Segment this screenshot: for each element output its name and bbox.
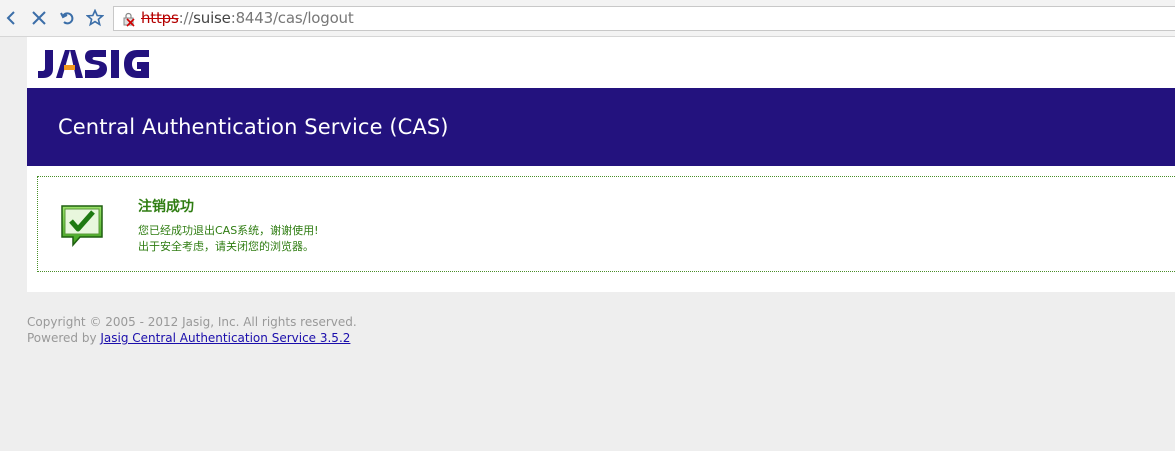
url-path: /cas/logout	[272, 9, 354, 27]
url-port: :8443	[230, 9, 273, 27]
cas-card: Central Authentication Service (CAS) 注销成…	[27, 37, 1175, 292]
reload-button[interactable]	[57, 8, 77, 28]
stop-icon	[32, 11, 46, 25]
powered-by-prefix: Powered by	[27, 331, 101, 345]
browser-toolbar: https://suise:8443/cas/logout	[0, 0, 1175, 37]
success-title: 注销成功	[138, 199, 194, 215]
bookmark-button[interactable]	[85, 8, 105, 28]
stop-button[interactable]	[29, 8, 49, 28]
success-check-icon	[61, 205, 103, 247]
success-line-2: 出于安全考虑，请关闭您的浏览器。	[138, 240, 314, 253]
back-button[interactable]	[1, 8, 21, 28]
success-line-1: 您已经成功退出CAS系统，谢谢使用!	[138, 224, 319, 237]
back-icon	[6, 11, 15, 25]
header-banner: Central Authentication Service (CAS)	[27, 88, 1175, 166]
success-message-box: 注销成功 您已经成功退出CAS系统，谢谢使用! 出于安全考虑，请关闭您的浏览器。	[37, 176, 1175, 272]
url-host: suise	[193, 9, 231, 27]
insecure-lock-icon[interactable]	[121, 11, 137, 27]
url-scheme: https	[141, 9, 179, 27]
url-text: https://suise:8443/cas/logout	[141, 9, 354, 27]
address-bar[interactable]: https://suise:8443/cas/logout	[113, 6, 1175, 31]
copyright-text: Copyright © 2005 - 2012 Jasig, Inc. All …	[27, 315, 357, 329]
reload-icon	[60, 12, 74, 25]
cas-version-link[interactable]: Jasig Central Authentication Service 3.5…	[100, 331, 350, 345]
url-sep: ://	[178, 9, 194, 27]
bookmark-star-icon	[86, 9, 104, 27]
footer: Copyright © 2005 - 2012 Jasig, Inc. All …	[27, 314, 357, 346]
powered-by-line: Powered by Jasig Central Authentication …	[27, 330, 357, 346]
jasig-logo	[38, 50, 149, 78]
page-title: Central Authentication Service (CAS)	[58, 115, 449, 139]
